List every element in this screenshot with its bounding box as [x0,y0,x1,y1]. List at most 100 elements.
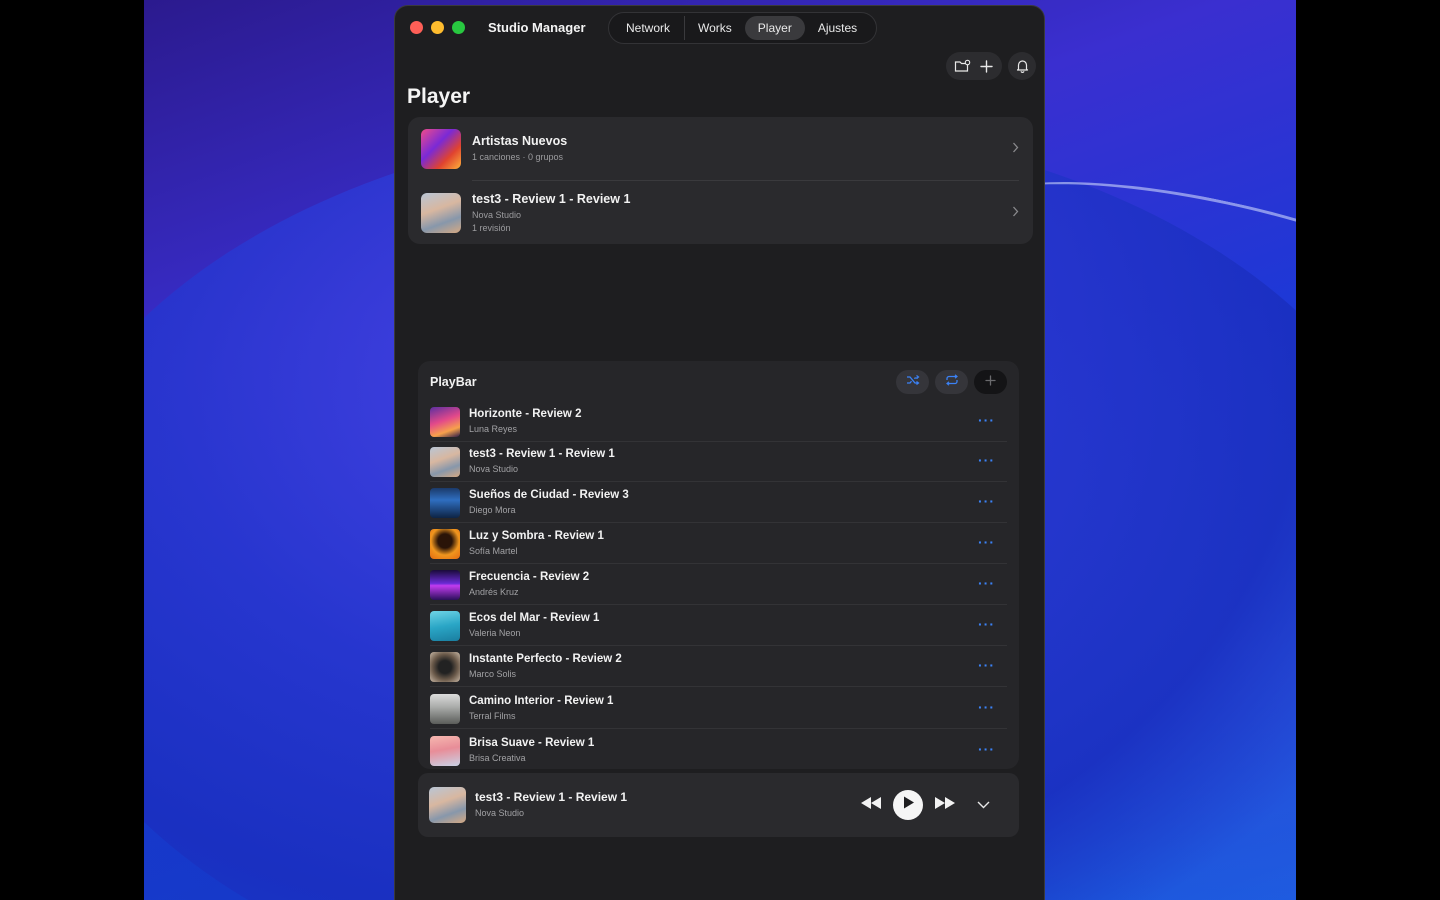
track-title: Horizonte - Review 2 [469,408,582,420]
track-cover-image [430,407,460,437]
library-item-title: test3 - Review 1 - Review 1 [472,191,631,206]
plus-icon[interactable] [976,56,996,76]
track-row[interactable]: Horizonte - Review 2 Luna Reyes ··· [430,402,1007,442]
chevron-down-icon[interactable] [977,796,990,814]
track-row[interactable]: Luz y Sombra - Review 1 Sofía Martel ··· [430,524,1007,564]
tab-works[interactable]: Works [685,16,745,40]
chevron-right-icon [1012,141,1019,156]
divider [430,604,1007,605]
more-options-icon[interactable]: ··· [978,534,995,550]
track-cover-image [430,736,460,766]
shuffle-button[interactable] [896,370,929,394]
more-options-icon[interactable]: ··· [978,493,995,509]
track-title: Sueños de Ciudad - Review 3 [469,489,629,501]
divider [430,686,1007,687]
track-row[interactable]: test3 - Review 1 - Review 1 Nova Studio … [430,442,1007,482]
divider [430,481,1007,482]
tab-network[interactable]: Network [613,16,686,40]
fast-forward-icon[interactable] [935,796,955,814]
tab-ajustes[interactable]: Ajustes [805,16,870,40]
track-artist: Nova Studio [469,464,519,474]
track-cover-image [430,570,460,600]
library-actions-group [946,52,1002,80]
track-artist: Brisa Creativa [469,753,526,763]
add-to-playbar-button[interactable] [974,370,1007,394]
zoom-window-button[interactable] [452,21,465,34]
track-artist: Luna Reyes [469,424,518,434]
track-row[interactable]: Camino Interior - Review 1 Terral Films … [430,689,1007,729]
track-cover-image [430,488,460,518]
chevron-right-icon [1012,205,1019,220]
now-playing-artist: Nova Studio [475,808,525,818]
track-title: Luz y Sombra - Review 1 [469,530,604,542]
now-playing-bar: test3 - Review 1 - Review 1 Nova Studio [418,773,1019,837]
divider [430,522,1007,523]
track-artist: Sofía Martel [469,546,518,556]
repeat-icon [945,373,959,391]
more-options-icon[interactable]: ··· [978,575,995,591]
repeat-button[interactable] [935,370,968,394]
library-item-group[interactable]: Artistas Nuevos 1 canciones · 0 grupos [408,117,1033,180]
playbar-actions [896,370,1007,394]
track-title: Frecuencia - Review 2 [469,571,590,583]
group-cover-image [421,128,461,169]
now-playing-cover-image [429,787,466,823]
library-item-song[interactable]: test3 - Review 1 - Review 1 Nova Studio … [408,181,1033,244]
track-title: Brisa Suave - Review 1 [469,737,595,749]
more-options-icon[interactable]: ··· [978,657,995,673]
library-item-artist: Nova Studio [472,209,522,220]
more-options-icon[interactable]: ··· [978,452,995,468]
track-artist: Marco Solis [469,669,517,679]
page-title: Player [407,85,471,108]
track-artist: Valeria Neon [469,628,521,638]
track-row[interactable]: Instante Perfecto - Review 2 Marco Solis… [430,647,1007,687]
track-title: Camino Interior - Review 1 [469,695,614,707]
divider [430,728,1007,729]
library-list: Artistas Nuevos 1 canciones · 0 grupos t… [408,117,1033,244]
play-button[interactable] [893,790,923,820]
library-item-revisions: 1 revisión [472,222,511,233]
main-tabs: Network Works Player Ajustes [608,12,877,44]
divider [430,645,1007,646]
more-options-icon[interactable]: ··· [978,616,995,632]
more-options-icon[interactable]: ··· [978,412,995,428]
track-row[interactable]: Brisa Suave - Review 1 Brisa Creativa ··… [430,731,1007,771]
track-row[interactable]: Frecuencia - Review 2 Andrés Kruz ··· [430,565,1007,605]
more-options-icon[interactable]: ··· [978,741,995,757]
playback-controls [861,790,990,820]
close-window-button[interactable] [410,21,423,34]
playbar-panel: PlayBar Horizonte - Review 2 Luna Reyes … [418,361,1019,769]
bell-icon[interactable] [1008,52,1036,80]
track-title: test3 - Review 1 - Review 1 [469,448,615,460]
track-artist: Terral Films [469,711,516,721]
track-artist: Diego Mora [469,505,516,515]
add-icon [985,373,996,391]
song-cover-image [421,192,461,233]
now-playing-title: test3 - Review 1 - Review 1 [475,790,628,804]
track-cover-image [430,652,460,682]
track-cover-image [430,447,460,477]
minimize-window-button[interactable] [431,21,444,34]
track-row[interactable]: Ecos del Mar - Review 1 Valeria Neon ··· [430,606,1007,646]
track-row[interactable]: Sueños de Ciudad - Review 3 Diego Mora ·… [430,483,1007,523]
more-options-icon[interactable]: ··· [978,699,995,715]
folder-badge-icon[interactable] [952,56,972,76]
track-title: Instante Perfecto - Review 2 [469,653,622,665]
track-title: Ecos del Mar - Review 1 [469,612,600,624]
play-icon [903,796,914,814]
library-item-title: Artistas Nuevos [472,134,568,148]
app-title: Studio Manager [488,20,586,35]
shuffle-icon [906,373,920,391]
playbar-title: PlayBar [430,375,477,389]
divider [430,563,1007,564]
library-item-subtitle: 1 canciones · 0 grupos [472,152,564,162]
rewind-icon[interactable] [861,796,881,814]
track-cover-image [430,529,460,559]
track-artist: Andrés Kruz [469,587,519,597]
top-actions [946,52,1036,80]
track-cover-image [430,694,460,724]
app-window: Studio Manager Network Works Player Ajus… [394,5,1045,900]
window-controls [410,21,465,34]
track-cover-image [430,611,460,641]
tab-player[interactable]: Player [744,16,805,40]
